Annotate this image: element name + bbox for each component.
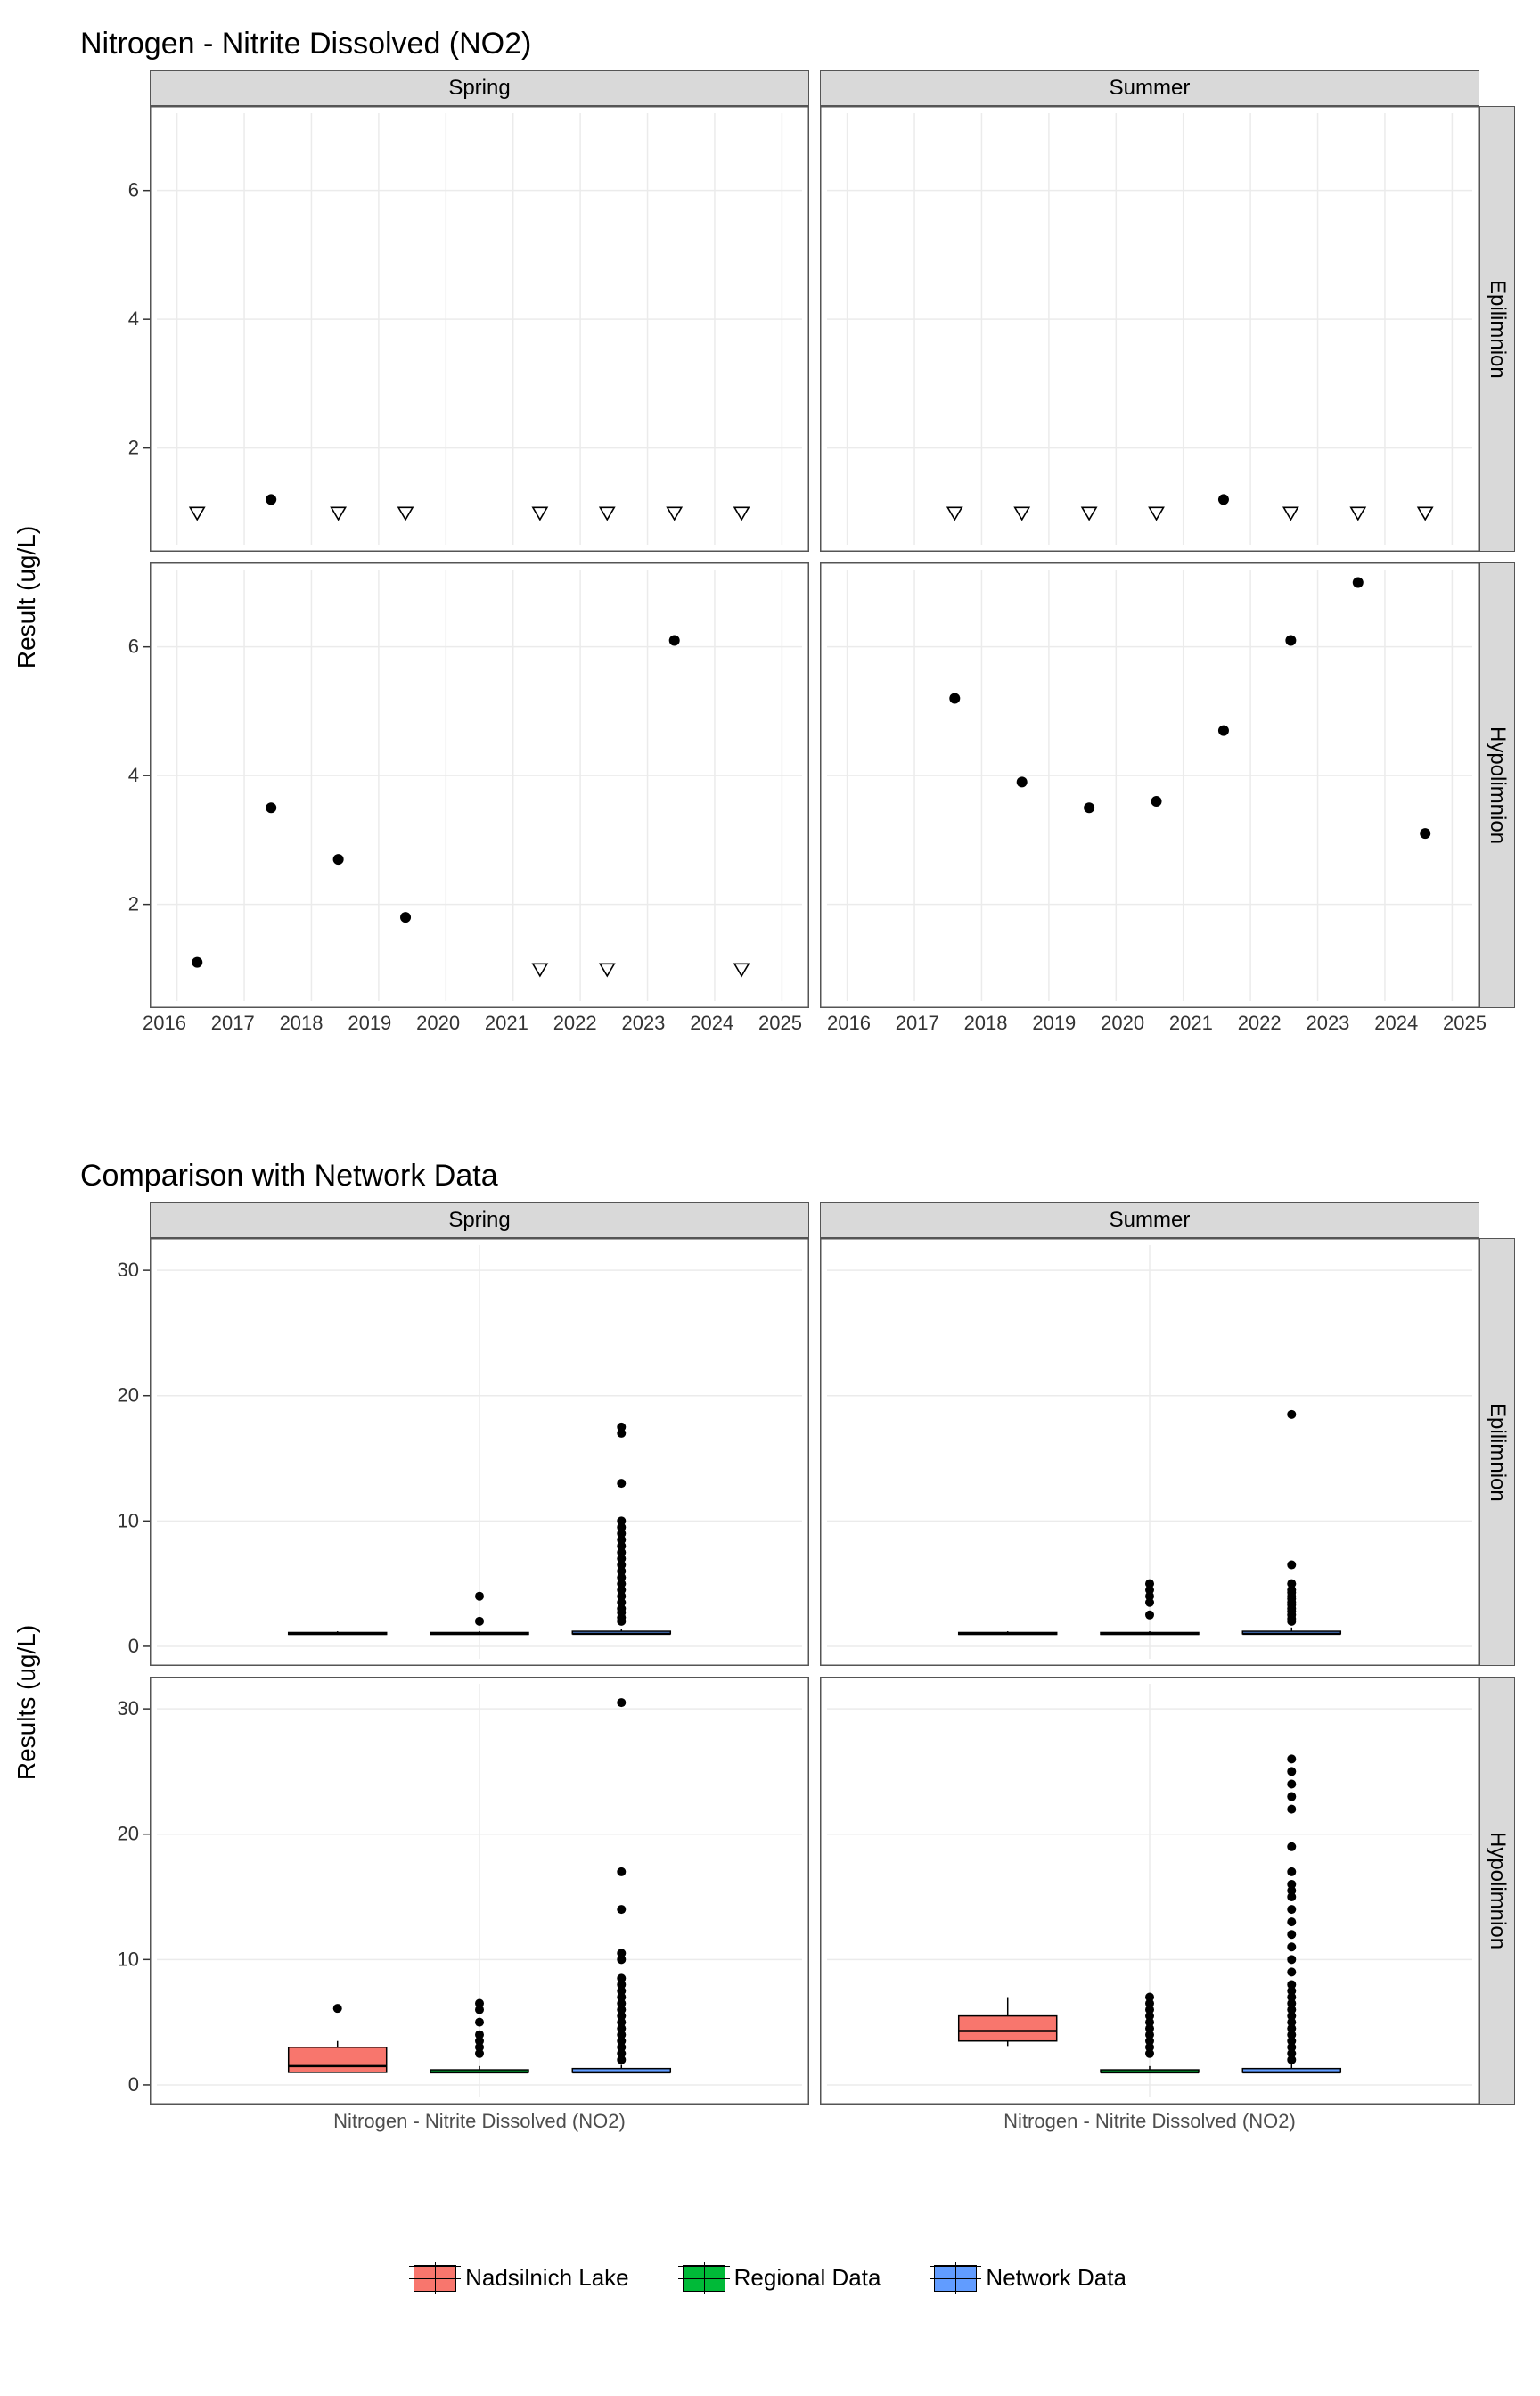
x-tick: 2020	[1101, 1012, 1144, 1035]
panel-bot-summer-hypo	[820, 1677, 1479, 2105]
svg-text:0: 0	[128, 1635, 139, 1657]
strip-summer-b: Summer	[820, 1202, 1479, 1238]
x-tick: 2021	[1169, 1012, 1213, 1035]
svg-text:6: 6	[128, 179, 139, 201]
top-x-ticks: 2016 2017 2018 2019 2020 2021 2022 2023 2024 2025…	[82, 1008, 1529, 1035]
x-tick: 2019	[1032, 1012, 1076, 1035]
strip-hypo: Hypolimnion	[1479, 562, 1515, 1008]
bot-yaxis-epi: 0 10 20 30	[96, 1238, 150, 1666]
panel-top-summer-epi	[820, 106, 1479, 552]
svg-text:2: 2	[128, 893, 139, 915]
x-tick: 2019	[348, 1012, 391, 1035]
chart-bottom: Comparison with Network Data Results (ug…	[36, 1159, 1504, 2211]
top-col-strips: Spring Summer	[96, 70, 1515, 106]
chart-top-title: Nitrogen - Nitrite Dissolved (NO2)	[80, 27, 1504, 62]
x-tick: 2025	[1443, 1012, 1487, 1035]
svg-text:4: 4	[128, 308, 139, 330]
top-yaxis-epi: 2 4 6	[96, 106, 150, 552]
x-tick: 2023	[621, 1012, 665, 1035]
top-row-hypo: 2 4 6 Hypolimnion	[96, 562, 1515, 1008]
strip-spring-b: Spring	[150, 1202, 809, 1238]
top-row-epi: 2 4 6 Epilimnion	[96, 106, 1515, 552]
x-tick: 2017	[896, 1012, 939, 1035]
x-tick: 2016	[143, 1012, 186, 1035]
top-xticks-summer: 2016 2017 2018 2019 2020 2021 2022 2023 2024 2025	[820, 1008, 1494, 1035]
strip-epi: Epilimnion	[1479, 106, 1515, 552]
chart-bottom-ylabel: Results (ug/L)	[12, 1625, 41, 1780]
x-tick: 2022	[553, 1012, 597, 1035]
top-yaxis-hypo: 2 4 6	[96, 562, 150, 1008]
x-tick: 2023	[1306, 1012, 1349, 1035]
svg-text:10: 10	[118, 1509, 139, 1531]
x-tick: 2018	[280, 1012, 324, 1035]
bot-col-strips: Spring Summer	[96, 1202, 1515, 1238]
bot-row-hypo: 0 10 20 30 Hypolimnion	[96, 1677, 1515, 2105]
panel-top-summer-hypo	[820, 562, 1479, 1008]
chart-bottom-title: Comparison with Network Data	[80, 1159, 1504, 1194]
strip-summer: Summer	[820, 70, 1479, 106]
x-tick: 2016	[827, 1012, 871, 1035]
svg-text:2: 2	[128, 437, 139, 459]
svg-text:30: 30	[118, 1697, 139, 1719]
svg-text:0: 0	[128, 2073, 139, 2096]
legend-swatch	[683, 2265, 725, 2292]
bot-xlabel-0: Nitrogen - Nitrite Dissolved (NO2)	[150, 2110, 809, 2133]
strip-spring: Spring	[150, 70, 809, 106]
panel-bot-spring-epi	[150, 1238, 809, 1666]
legend-swatch	[934, 2265, 977, 2292]
legend-label: Network Data	[986, 2264, 1126, 2292]
x-tick: 2024	[1374, 1012, 1418, 1035]
x-tick: 2025	[758, 1012, 802, 1035]
x-tick: 2024	[690, 1012, 733, 1035]
bot-xlabel-1: Nitrogen - Nitrite Dissolved (NO2)	[820, 2110, 1479, 2133]
chart-top-ylabel: Result (ug/L)	[12, 526, 41, 669]
legend-label: Nadsilnich Lake	[465, 2264, 629, 2292]
x-tick: 2022	[1238, 1012, 1282, 1035]
strip-epi-b: Epilimnion	[1479, 1238, 1515, 1666]
svg-text:10: 10	[118, 1948, 139, 1970]
x-tick: 2017	[211, 1012, 255, 1035]
bot-x-labels: Nitrogen - Nitrite Dissolved (NO2) Nitro…	[96, 2105, 1515, 2133]
legend-key: Regional Data	[683, 2264, 881, 2292]
bot-yaxis-hypo: 0 10 20 30	[96, 1677, 150, 2105]
panel-top-spring-hypo	[150, 562, 809, 1008]
svg-text:4: 4	[128, 764, 139, 786]
legend-key: Nadsilnich Lake	[414, 2264, 629, 2292]
x-tick: 2021	[485, 1012, 528, 1035]
legend: Nadsilnich Lake Regional Data Network Data	[36, 2264, 1504, 2292]
chart-top: Nitrogen - Nitrite Dissolved (NO2) Resul…	[36, 27, 1504, 1096]
legend-label: Regional Data	[734, 2264, 881, 2292]
panel-bot-spring-hypo	[150, 1677, 809, 2105]
panel-top-spring-epi	[150, 106, 809, 552]
bot-row-epi: 0 10 20 30 Epilimnion	[96, 1238, 1515, 1666]
top-xticks-spring: 2016 2017 2018 2019 2020 2021 2022 2023 2024 2025	[135, 1008, 809, 1035]
svg-text:20: 20	[118, 1384, 139, 1407]
panel-bot-summer-epi	[820, 1238, 1479, 1666]
strip-hypo-b: Hypolimnion	[1479, 1677, 1515, 2105]
legend-key: Network Data	[934, 2264, 1126, 2292]
svg-text:6: 6	[128, 636, 139, 658]
x-tick: 2020	[416, 1012, 460, 1035]
svg-text:20: 20	[118, 1823, 139, 1845]
svg-text:30: 30	[118, 1259, 139, 1281]
page-root: Nitrogen - Nitrite Dissolved (NO2) Resul…	[0, 0, 1540, 2396]
legend-swatch	[414, 2265, 456, 2292]
x-tick: 2018	[964, 1012, 1008, 1035]
